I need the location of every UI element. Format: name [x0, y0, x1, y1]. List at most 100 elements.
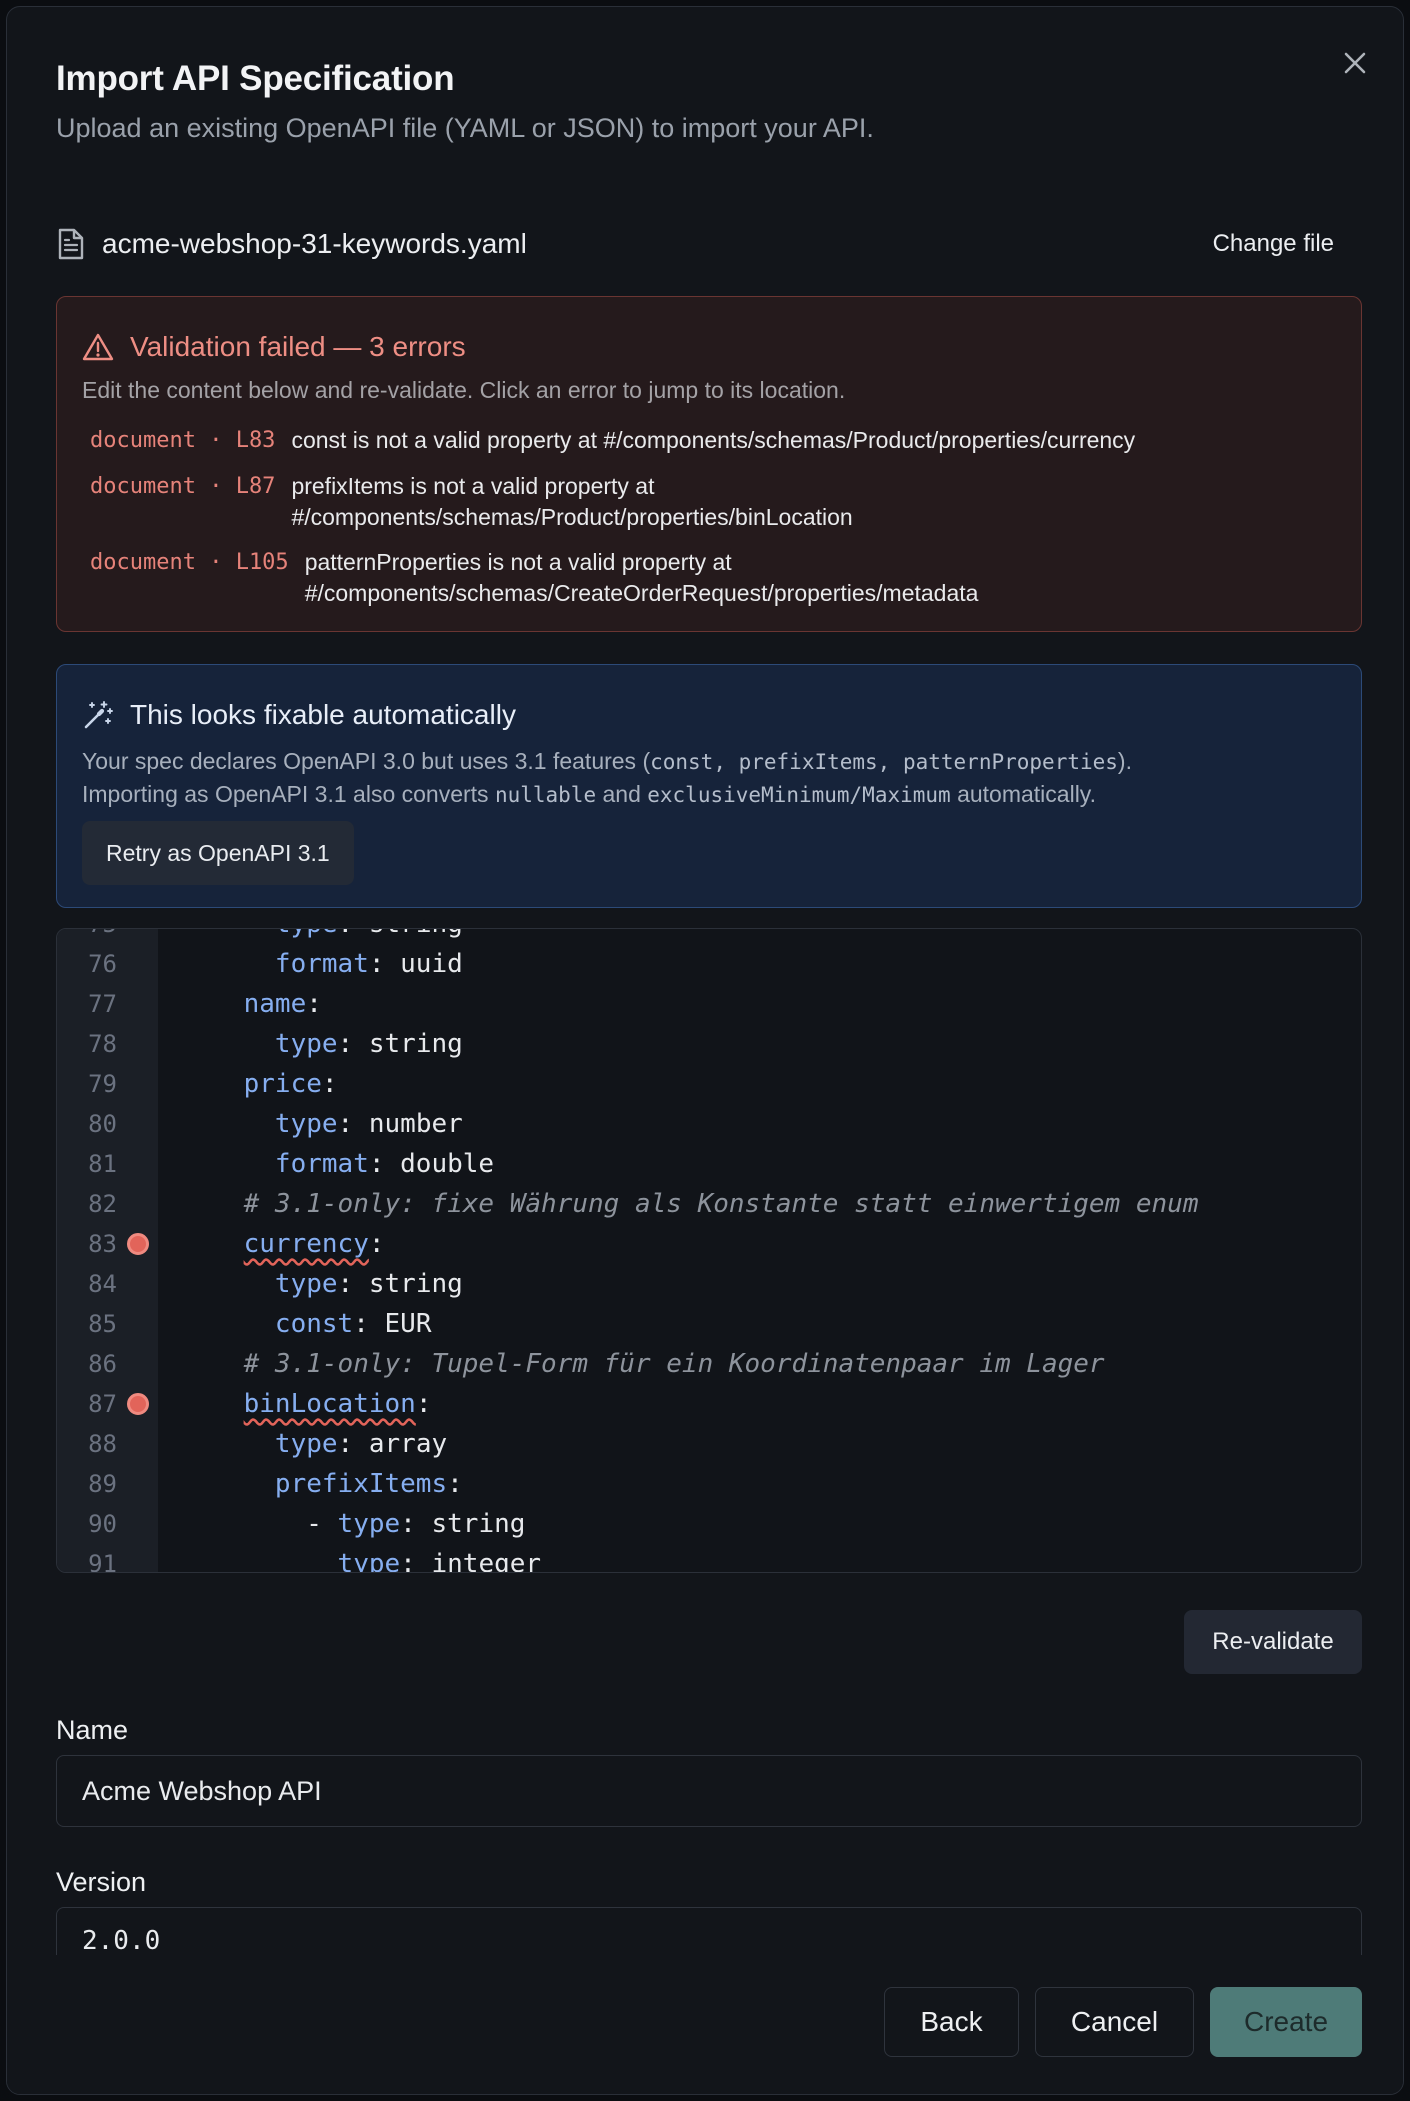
- code-colon: :: [337, 1029, 354, 1059]
- code-text: name:: [181, 984, 322, 1024]
- line-number: 86: [88, 1350, 117, 1378]
- code-value: integer: [415, 1549, 542, 1573]
- code-text: type: string: [181, 1024, 463, 1064]
- code-key: type: [275, 929, 338, 939]
- code-line: 88 type: array: [57, 1424, 1361, 1464]
- error-marker-icon[interactable]: [127, 1393, 149, 1415]
- code-colon: :: [337, 1269, 354, 1299]
- code-comment: # 3.1-only: Tupel-Form für ein Koordinat…: [243, 1349, 1105, 1379]
- line-number: 89: [88, 1470, 117, 1498]
- code-text: # 3.1-only: Tupel-Form für ein Koordinat…: [181, 1344, 1105, 1384]
- change-file-button[interactable]: Change file: [1191, 223, 1356, 265]
- code-key: type: [337, 1549, 401, 1573]
- autofix-code: nullable: [494, 783, 597, 807]
- error-location: document · L105: [90, 550, 289, 575]
- validation-error-item[interactable]: document · L105 patternProperties is not…: [90, 547, 1065, 609]
- code-line: 76 format: uuid: [57, 944, 1361, 984]
- autofix-text: Importing as OpenAPI 3.1 also converts: [82, 781, 495, 807]
- code-line: 91 type: integer: [57, 1544, 1361, 1573]
- code-colon: :: [306, 989, 322, 1019]
- code-value: number: [353, 1109, 463, 1139]
- line-number: 83: [88, 1230, 117, 1258]
- code-text: currency:: [181, 1224, 385, 1264]
- error-message: patternProperties is not a valid propert…: [304, 549, 979, 606]
- line-number: 81: [88, 1150, 117, 1178]
- code-value: string: [353, 1029, 463, 1059]
- code-key: format: [274, 1149, 369, 1179]
- error-location: document · L83: [90, 428, 276, 453]
- name-input[interactable]: Acme Webshop API: [56, 1755, 1362, 1827]
- code-text: type: array: [181, 1424, 447, 1464]
- code-line: 75 type: string: [57, 929, 1361, 944]
- code-text: type: integer: [181, 1544, 542, 1573]
- code-value: string: [353, 1269, 463, 1299]
- line-number: 90: [88, 1510, 117, 1538]
- line-number: 85: [88, 1310, 117, 1338]
- cancel-button[interactable]: Cancel: [1035, 1987, 1194, 2057]
- re-validate-button[interactable]: Re-validate: [1184, 1610, 1362, 1674]
- code-text: type: number: [181, 1104, 463, 1144]
- yaml-code-editor[interactable]: 75 type: string76 format: uuid77 name:78…: [56, 928, 1362, 1573]
- autofix-header: This looks fixable automatically: [82, 699, 516, 731]
- code-line: 85 const: EUR: [57, 1304, 1361, 1344]
- code-line: 84 type: string: [57, 1264, 1361, 1304]
- code-text: type: string: [181, 1264, 463, 1304]
- close-button[interactable]: [1337, 45, 1373, 81]
- line-number: 75: [57, 929, 117, 944]
- dialog-title: Import API Specification: [56, 59, 455, 98]
- code-key: type: [274, 1429, 338, 1459]
- retry-as-openapi-31-button[interactable]: Retry as OpenAPI 3.1: [82, 821, 354, 885]
- dialog-subtitle: Upload an existing OpenAPI file (YAML or…: [56, 113, 874, 143]
- create-button[interactable]: Create: [1210, 1987, 1362, 2057]
- code-colon: :: [400, 1509, 416, 1539]
- code-key: type: [337, 1509, 401, 1539]
- error-location: document · L87: [90, 474, 276, 499]
- line-number: 77: [88, 990, 117, 1018]
- validation-error-item[interactable]: document · L87 prefixItems is not a vali…: [90, 471, 951, 533]
- autofix-description: Your spec declares OpenAPI 3.0 but uses …: [82, 745, 1352, 811]
- code-colon: :: [353, 1309, 369, 1339]
- code-key: type: [274, 1029, 338, 1059]
- code-indent: -: [181, 1509, 338, 1539]
- line-number: 80: [88, 1110, 117, 1138]
- code-line: 90 - type: string: [57, 1504, 1361, 1544]
- code-line: 89 prefixItems:: [57, 1464, 1361, 1504]
- code-lines: 75 type: string76 format: uuid77 name:78…: [57, 929, 1361, 1573]
- code-key: price: [243, 1069, 322, 1099]
- error-marker-icon[interactable]: [127, 1233, 149, 1255]
- line-number: 91: [88, 1550, 117, 1573]
- file-name: acme-webshop-31-keywords.yaml: [102, 228, 527, 259]
- code-key: type: [274, 1109, 338, 1139]
- validation-error-item[interactable]: document · L83 const is not a valid prop…: [90, 425, 1251, 456]
- code-text: # 3.1-only: fixe Währung als Konstante s…: [181, 1184, 1199, 1224]
- validation-error-title: Validation failed — 3 errors: [130, 331, 466, 362]
- close-icon: [1344, 52, 1366, 74]
- code-comment: # 3.1-only: fixe Währung als Konstante s…: [243, 1189, 1199, 1219]
- autofix-suggestion-panel: This looks fixable automatically Your sp…: [56, 664, 1362, 908]
- code-text: const: EUR: [181, 1304, 432, 1344]
- back-button[interactable]: Back: [884, 1987, 1019, 2057]
- version-label: Version: [56, 1867, 147, 1897]
- code-value: array: [353, 1429, 448, 1459]
- code-colon: :: [337, 1109, 354, 1139]
- code-text: prefixItems:: [181, 1464, 463, 1504]
- import-api-dialog: Import API Specification Upload an exist…: [6, 6, 1404, 2095]
- code-colon: :: [337, 1429, 354, 1459]
- code-line: 87 binLocation:: [57, 1384, 1361, 1424]
- autofix-text: Your spec declares OpenAPI 3.0 but uses …: [82, 748, 651, 774]
- code-text: type: string: [181, 929, 463, 944]
- code-key: const: [274, 1309, 354, 1339]
- line-number: 82: [88, 1190, 117, 1218]
- autofix-text: and: [596, 781, 648, 807]
- warning-triangle-icon: [82, 333, 114, 361]
- code-colon: :: [338, 929, 354, 939]
- code-value: string: [353, 929, 463, 939]
